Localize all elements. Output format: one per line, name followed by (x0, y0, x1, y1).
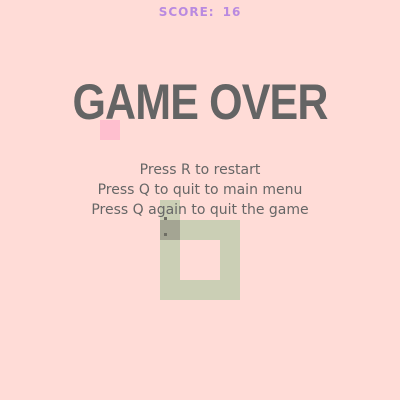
quit-to-menu-instruction: Press Q to quit to main menu (97, 182, 303, 198)
snake-eye (164, 233, 167, 236)
snake-head (160, 217, 180, 240)
game-over-title: GAME OVER (72, 74, 328, 130)
restart-instruction: Press R to restart (139, 162, 261, 178)
quit-game-instruction: Press Q again to quit the game (91, 202, 309, 218)
score-display: SCORE: 16 (0, 5, 400, 19)
score-label: SCORE: (158, 5, 215, 19)
game-over-instructions: Press R to restart Press Q to quit to ma… (0, 160, 400, 220)
game-board: SCORE: 16 GAME OVER Press R to restart Pr… (0, 0, 400, 400)
score-value: 16 (222, 5, 242, 19)
